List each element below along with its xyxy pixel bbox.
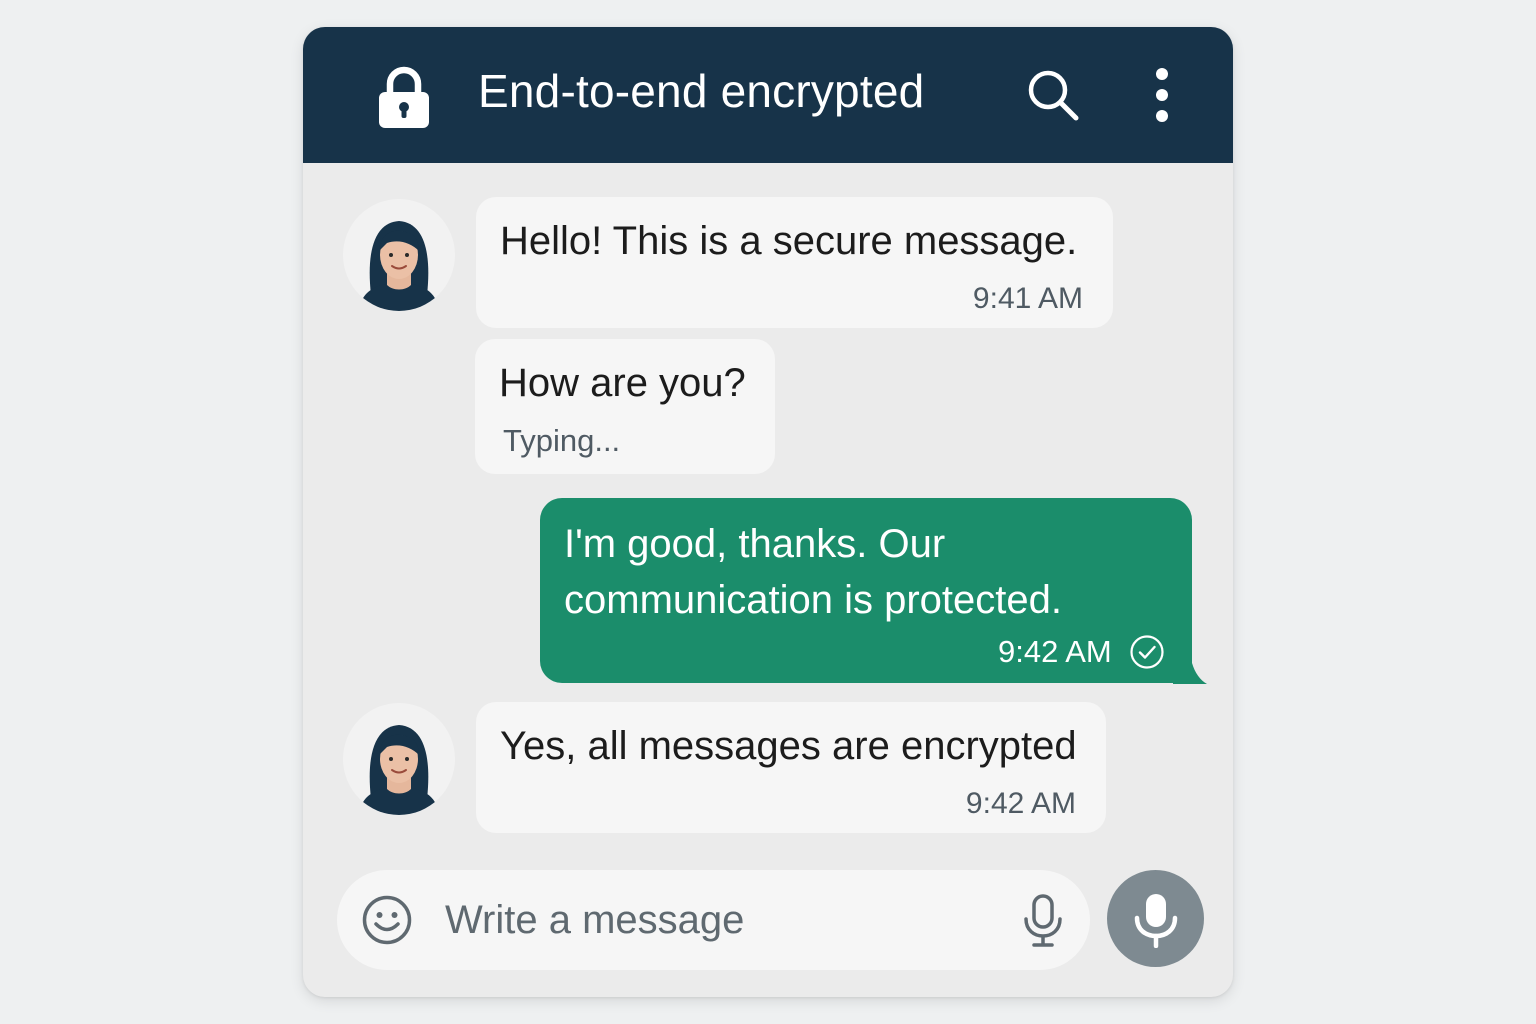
bubble-tail: [1173, 663, 1207, 684]
message-time: 9:42 AM: [998, 634, 1112, 669]
contact-avatar[interactable]: [343, 199, 455, 311]
lock-icon: [379, 66, 429, 128]
chat-title: End-to-end encrypted: [478, 65, 925, 117]
message-text: Yes, all messages are encrypted: [500, 724, 1077, 768]
message-text: I'm good, thanks. Our communication is p…: [564, 522, 1063, 622]
typing-indicator: Typing...: [503, 423, 621, 458]
message-composer: [337, 870, 1090, 970]
microphone-icon[interactable]: [1021, 894, 1065, 948]
message-input[interactable]: [445, 888, 1005, 952]
microphone-icon: [1134, 894, 1178, 948]
message-time: 9:42 AM: [965, 787, 1076, 820]
chat-header: End-to-end encrypted: [303, 27, 1233, 163]
search-icon[interactable]: [1025, 67, 1081, 123]
message-bubble-incoming[interactable]: How are you? Typing...: [475, 339, 775, 474]
message-text: How are you?: [499, 361, 746, 405]
message-bubble-outgoing[interactable]: I'm good, thanks. Our communication is p…: [540, 498, 1192, 683]
message-text: Hello! This is a secure message.: [500, 219, 1078, 263]
voice-record-button[interactable]: [1107, 870, 1204, 967]
emoji-icon[interactable]: [361, 894, 413, 946]
message-bubble-incoming[interactable]: Yes, all messages are encrypted 9:42 AM: [476, 702, 1106, 833]
message-time: 9:41 AM: [972, 282, 1083, 315]
contact-avatar[interactable]: [343, 703, 455, 815]
check-circle-icon: [1130, 635, 1164, 669]
chat-window: End-to-end encrypted Hello! This is a se…: [303, 27, 1233, 997]
message-bubble-incoming[interactable]: Hello! This is a secure message. 9:41 AM: [476, 197, 1113, 328]
more-vertical-icon[interactable]: [1149, 67, 1175, 123]
